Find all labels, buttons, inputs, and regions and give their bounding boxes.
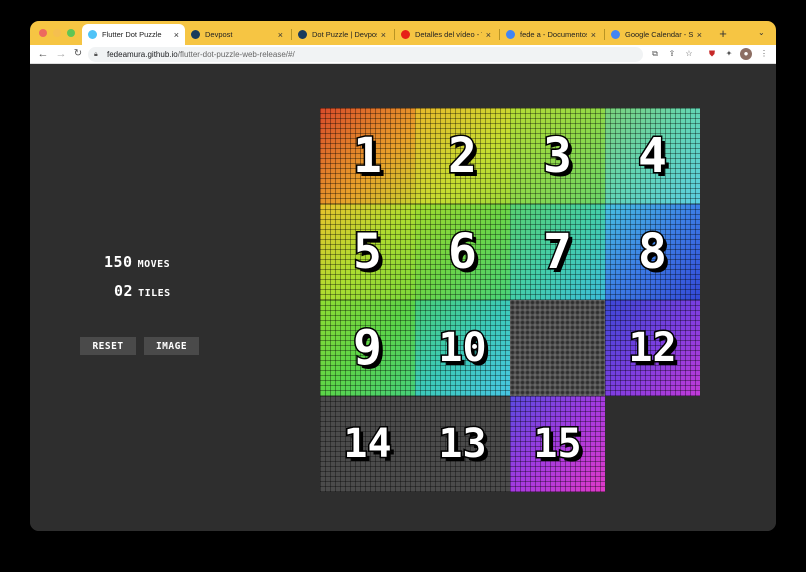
tile-number: 9 — [352, 319, 384, 378]
back-button[interactable]: ← — [36, 47, 50, 61]
tab-separator — [394, 29, 395, 40]
reset-button[interactable]: RESET — [80, 337, 136, 355]
tile-number: 1 — [352, 127, 384, 186]
puzzle-tile[interactable]: 7 — [510, 204, 605, 300]
tile-number: 13 — [437, 420, 488, 469]
tab-close-icon[interactable]: × — [381, 30, 386, 40]
flutter-icon — [88, 30, 97, 39]
moves-value: 150 — [104, 253, 133, 271]
tile-number: 5 — [352, 223, 384, 282]
tile-number: 6 — [447, 223, 479, 282]
bookmark-star-icon[interactable]: ☆ — [683, 48, 695, 60]
page-content: 150 MOVES 02 TILES RESET IMAGE 123456789… — [30, 64, 776, 531]
puzzle-tile[interactable]: 6 — [415, 204, 510, 300]
browser-menu-icon[interactable]: ⋮ — [758, 48, 770, 60]
new-tab-button[interactable]: + — [716, 26, 730, 41]
puzzle-tile[interactable]: 2 — [415, 108, 510, 204]
lock-icon: 🔒︎ — [94, 50, 98, 58]
puzzle-tile[interactable]: 1 — [320, 108, 415, 204]
tab-bar: Flutter Dot Puzzle × Devpost × Dot Puzzle | … — [30, 21, 776, 45]
close-window-button[interactable] — [39, 29, 47, 37]
tab-separator — [604, 29, 605, 40]
tile-number: 15 — [532, 420, 583, 469]
extensions-puzzle-icon[interactable]: ✦ — [723, 48, 735, 60]
docs-icon — [506, 30, 515, 39]
tile-number: 2 — [447, 127, 479, 186]
tab-close-icon[interactable]: × — [697, 30, 702, 40]
moves-label: MOVES — [137, 259, 171, 270]
browser-toolbar: ← → ↻ 🔒︎ fedeamura.github.io/flutter-dot… — [30, 45, 776, 64]
puzzle-tile[interactable]: 14 — [320, 396, 415, 492]
tile-number: 8 — [637, 223, 669, 282]
url-host: fedeamura.github.io — [107, 50, 178, 59]
address-bar[interactable]: 🔒︎ fedeamura.github.io/flutter-dot-puzzl… — [88, 47, 643, 62]
puzzle-tile[interactable]: 5 — [320, 204, 415, 300]
tile-number: 14 — [342, 420, 393, 469]
tab-title: fede a - Documentos d — [520, 30, 587, 39]
tab-1[interactable]: Flutter Dot Puzzle × — [82, 24, 185, 45]
tab-title: Detalles del vídeo - Yo — [415, 30, 482, 39]
devpost-icon — [191, 30, 200, 39]
tab-3[interactable]: Dot Puzzle | Devpost × — [292, 24, 392, 45]
calendar-icon — [611, 30, 620, 39]
tab-title: Google Calendar - Sem — [625, 30, 693, 39]
tiles-value: 02 — [114, 282, 134, 300]
puzzle-board: 1 2 3 4 5 6 7 8 9 10 12 14 13 15 — [320, 108, 710, 494]
tile-number: 4 — [637, 127, 669, 186]
tile-number: 7 — [542, 223, 574, 282]
puzzle-tile[interactable]: 8 — [605, 204, 700, 300]
puzzle-tile[interactable]: 15 — [510, 396, 605, 492]
tab-search-icon[interactable]: ⌄ — [758, 28, 765, 37]
profile-avatar[interactable]: ● — [740, 48, 752, 60]
tab-title: Dot Puzzle | Devpost — [312, 30, 377, 39]
tab-5[interactable]: fede a - Documentos d × — [500, 24, 602, 45]
tab-close-icon[interactable]: × — [278, 30, 283, 40]
puzzle-tile[interactable]: 3 — [510, 108, 605, 204]
tab-close-icon[interactable]: × — [174, 30, 179, 40]
window-controls — [39, 29, 75, 37]
tab-title: Devpost — [205, 30, 233, 39]
puzzle-tile[interactable]: 9 — [320, 300, 415, 396]
empty-slot — [510, 300, 605, 396]
tile-number: 3 — [542, 127, 574, 186]
tile-number: 12 — [627, 324, 678, 373]
zoom-window-button[interactable] — [67, 29, 75, 37]
tab-6[interactable]: Google Calendar - Sem × — [605, 24, 708, 45]
share-icon[interactable]: ⇪ — [666, 48, 678, 60]
puzzle-tile[interactable]: 4 — [605, 108, 700, 204]
minimize-window-button[interactable] — [53, 29, 61, 37]
youtube-icon — [401, 30, 410, 39]
tab-separator — [291, 29, 292, 40]
tab-close-icon[interactable]: × — [591, 30, 596, 40]
browser-window: Flutter Dot Puzzle × Devpost × Dot Puzzle | … — [30, 21, 776, 531]
tab-2[interactable]: Devpost × — [185, 24, 289, 45]
url-path: /flutter-dot-puzzle-web-release/#/ — [177, 50, 295, 59]
tab-4[interactable]: Detalles del vídeo - Yo × — [395, 24, 497, 45]
moves-counter: 150 MOVES — [104, 253, 170, 271]
tab-separator — [499, 29, 500, 40]
reload-button[interactable]: ↻ — [71, 47, 85, 61]
image-button[interactable]: IMAGE — [144, 337, 199, 355]
tab-close-icon[interactable]: × — [486, 30, 491, 40]
install-app-icon[interactable]: ⧉ — [649, 48, 661, 60]
tab-title: Flutter Dot Puzzle — [102, 30, 162, 39]
puzzle-tile[interactable]: 10 — [415, 300, 510, 396]
puzzle-tile[interactable]: 13 — [415, 396, 510, 492]
tiles-label: TILES — [138, 288, 171, 299]
puzzle-tile[interactable]: 12 — [605, 300, 700, 396]
forward-button[interactable]: → — [54, 47, 68, 61]
extension-shield-icon[interactable]: ⛊ — [706, 48, 718, 60]
tiles-counter: 02 TILES — [114, 282, 171, 300]
devpost-icon — [298, 30, 307, 39]
tile-number: 10 — [437, 324, 488, 373]
